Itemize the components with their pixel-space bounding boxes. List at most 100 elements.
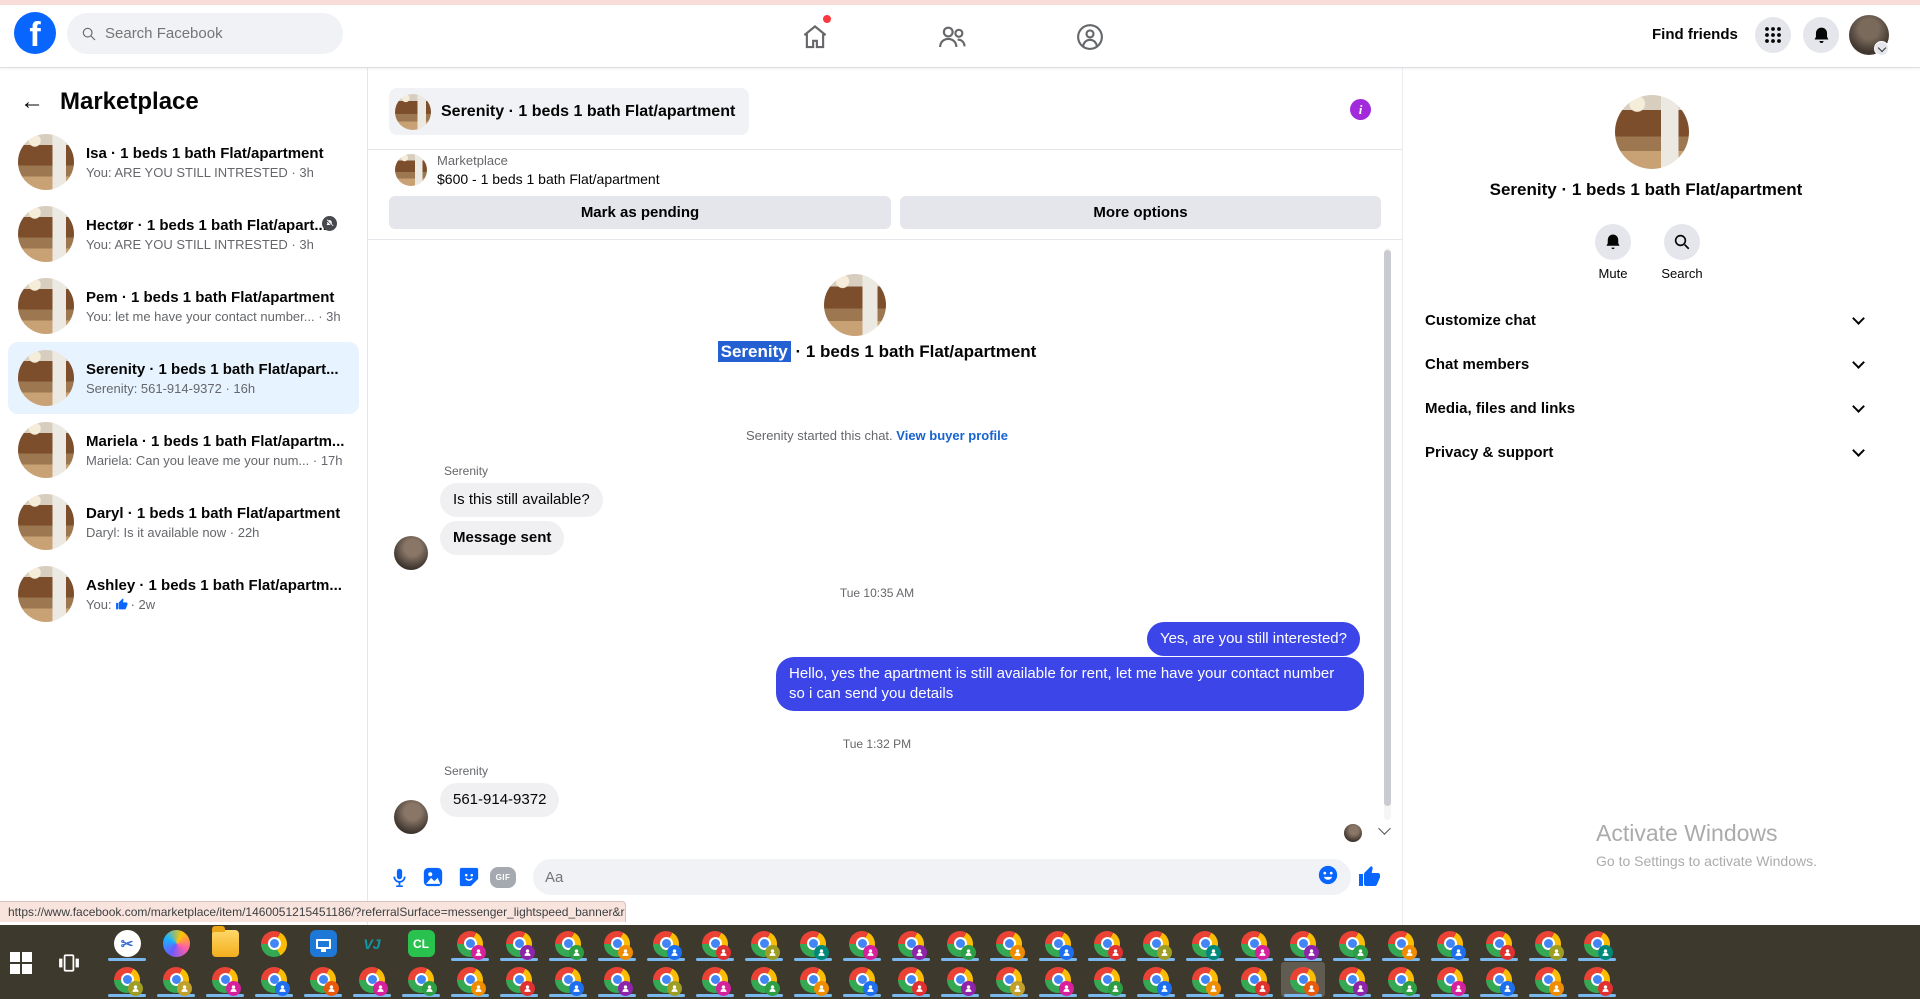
start-button[interactable]	[10, 952, 32, 974]
taskbar-app-button[interactable]	[1085, 926, 1129, 961]
conversation-list-item[interactable]: Hectør · 1 beds 1 bath Flat/apart... You…	[8, 198, 359, 270]
conversation-list-item[interactable]: Pem · 1 beds 1 bath Flat/apartment You: …	[8, 270, 359, 342]
taskbar-app-button[interactable]	[693, 962, 737, 997]
taskbar-app-button[interactable]	[1575, 926, 1619, 961]
facebook-logo-icon[interactable]: f	[14, 12, 56, 54]
taskbar-app-button[interactable]	[742, 926, 786, 961]
taskbar-app-button[interactable]	[105, 962, 149, 997]
chrome-profile-icon[interactable]	[1192, 966, 1221, 996]
taskbar-app-button[interactable]	[350, 962, 394, 997]
chrome-profile-icon[interactable]	[1486, 966, 1515, 996]
chrome-profile-icon[interactable]	[898, 966, 927, 996]
taskbar-app-button[interactable]	[938, 962, 982, 997]
taskbar-app-button[interactable]	[301, 926, 345, 961]
chrome-profile-icon[interactable]	[751, 930, 780, 960]
chrome-profile-icon[interactable]	[1143, 930, 1172, 960]
taskbar-app-button[interactable]	[1134, 962, 1178, 997]
chrome-profile-icon[interactable]	[310, 966, 339, 996]
chrome-profile-icon[interactable]	[604, 930, 633, 960]
taskbar-app-button[interactable]	[1379, 962, 1423, 997]
photo-icon[interactable]	[420, 864, 446, 890]
taskbar-app-button[interactable]	[1428, 962, 1472, 997]
taskbar-app-button[interactable]	[154, 962, 198, 997]
taskbar-app-button[interactable]: ✂	[105, 926, 149, 961]
gif-icon[interactable]: GIF	[489, 864, 517, 890]
chrome-profile-icon[interactable]	[212, 966, 241, 996]
like-thumb-icon[interactable]	[1356, 864, 1382, 890]
chrome-profile-icon[interactable]	[1535, 930, 1564, 960]
chrome-profile-icon[interactable]	[1290, 966, 1319, 996]
taskbar-app-button[interactable]	[1526, 926, 1570, 961]
taskbar-app-button[interactable]	[1330, 926, 1374, 961]
copilot-icon[interactable]	[162, 930, 190, 957]
chrome-profile-icon[interactable]	[947, 930, 976, 960]
chrome-profile-icon[interactable]	[702, 966, 731, 996]
chrome-profile-icon[interactable]	[555, 966, 584, 996]
taskbar-app-button[interactable]	[889, 962, 933, 997]
chrome-profile-icon[interactable]	[1437, 966, 1466, 996]
chrome-profile-icon[interactable]	[1339, 966, 1368, 996]
chrome-profile-icon[interactable]	[1339, 930, 1368, 960]
chrome-profile-icon[interactable]	[898, 930, 927, 960]
conversation-list-item[interactable]: Isa · 1 beds 1 bath Flat/apartment You: …	[8, 126, 359, 198]
cl-app-icon[interactable]: CL	[407, 930, 435, 957]
message-input-pill[interactable]	[533, 859, 1351, 895]
taskbar-app-button[interactable]	[1036, 962, 1080, 997]
chrome-profile-icon[interactable]	[1584, 966, 1613, 996]
taskbar-app-button[interactable]	[1281, 962, 1325, 997]
chrome-profile-icon[interactable]	[1388, 930, 1417, 960]
taskbar-app-button[interactable]	[154, 926, 198, 961]
chrome-profile-icon[interactable]	[1143, 966, 1172, 996]
chrome-profile-icon[interactable]	[506, 966, 535, 996]
chrome-profile-icon[interactable]	[555, 930, 584, 960]
taskbar-app-button[interactable]	[497, 962, 541, 997]
conversation-list-item[interactable]: Mariela · 1 beds 1 bath Flat/apartm... M…	[8, 414, 359, 486]
chrome-profile-icon[interactable]	[359, 966, 388, 996]
chrome-profile-icon[interactable]	[1290, 930, 1319, 960]
chrome-icon[interactable]	[261, 930, 287, 957]
taskbar-app-button[interactable]	[1428, 926, 1472, 961]
chrome-profile-icon[interactable]	[653, 966, 682, 996]
taskbar-app-button[interactable]	[742, 962, 786, 997]
groups-icon[interactable]	[1073, 20, 1107, 54]
chrome-profile-icon[interactable]	[457, 966, 486, 996]
taskbar-app-button[interactable]	[399, 962, 443, 997]
more-options-button[interactable]: More options	[900, 196, 1381, 229]
taskbar-app-button[interactable]	[1477, 962, 1521, 997]
taskbar-app-button[interactable]	[693, 926, 737, 961]
message-input[interactable]	[545, 868, 1317, 886]
chrome-profile-icon[interactable]	[996, 966, 1025, 996]
find-friends-button[interactable]: Find friends	[1652, 26, 1738, 43]
conversation-info-icon[interactable]: i	[1350, 99, 1371, 120]
chrome-profile-icon[interactable]	[604, 966, 633, 996]
taskbar-app-button[interactable]	[301, 962, 345, 997]
apps-grid-icon[interactable]	[1755, 17, 1791, 53]
chrome-profile-icon[interactable]	[1584, 930, 1613, 960]
file-explorer-icon[interactable]	[211, 926, 239, 957]
chrome-profile-icon[interactable]	[261, 966, 290, 996]
chrome-profile-icon[interactable]	[1192, 930, 1221, 960]
taskbar-app-button[interactable]	[1281, 926, 1325, 961]
taskbar-app-button[interactable]	[1379, 926, 1423, 961]
search-facebook-input[interactable]	[67, 13, 343, 54]
taskbar-app-button[interactable]	[203, 926, 247, 961]
taskbar-app-button[interactable]	[546, 926, 590, 961]
taskbar-app-button[interactable]	[1183, 926, 1227, 961]
taskbar-app-button[interactable]	[546, 962, 590, 997]
chrome-profile-icon[interactable]	[1094, 966, 1123, 996]
microphone-icon[interactable]	[386, 864, 412, 890]
chrome-profile-icon[interactable]	[506, 930, 535, 960]
conversation-list-item[interactable]: Daryl · 1 beds 1 bath Flat/apartment Dar…	[8, 486, 359, 558]
taskbar-app-button[interactable]	[252, 962, 296, 997]
taskbar-app-button[interactable]	[889, 926, 933, 961]
search-in-conversation-button[interactable]: Search	[1652, 224, 1712, 281]
chrome-profile-icon[interactable]	[849, 930, 878, 960]
home-icon[interactable]	[798, 20, 832, 54]
chrome-profile-icon[interactable]	[1486, 930, 1515, 960]
panel-section-row[interactable]: Customize chat	[1403, 298, 1889, 342]
chrome-profile-icon[interactable]	[653, 930, 682, 960]
sticker-icon[interactable]	[456, 864, 482, 890]
taskbar-app-button[interactable]	[448, 926, 492, 961]
chrome-profile-icon[interactable]	[1388, 966, 1417, 996]
taskbar-app-button[interactable]	[1085, 962, 1129, 997]
